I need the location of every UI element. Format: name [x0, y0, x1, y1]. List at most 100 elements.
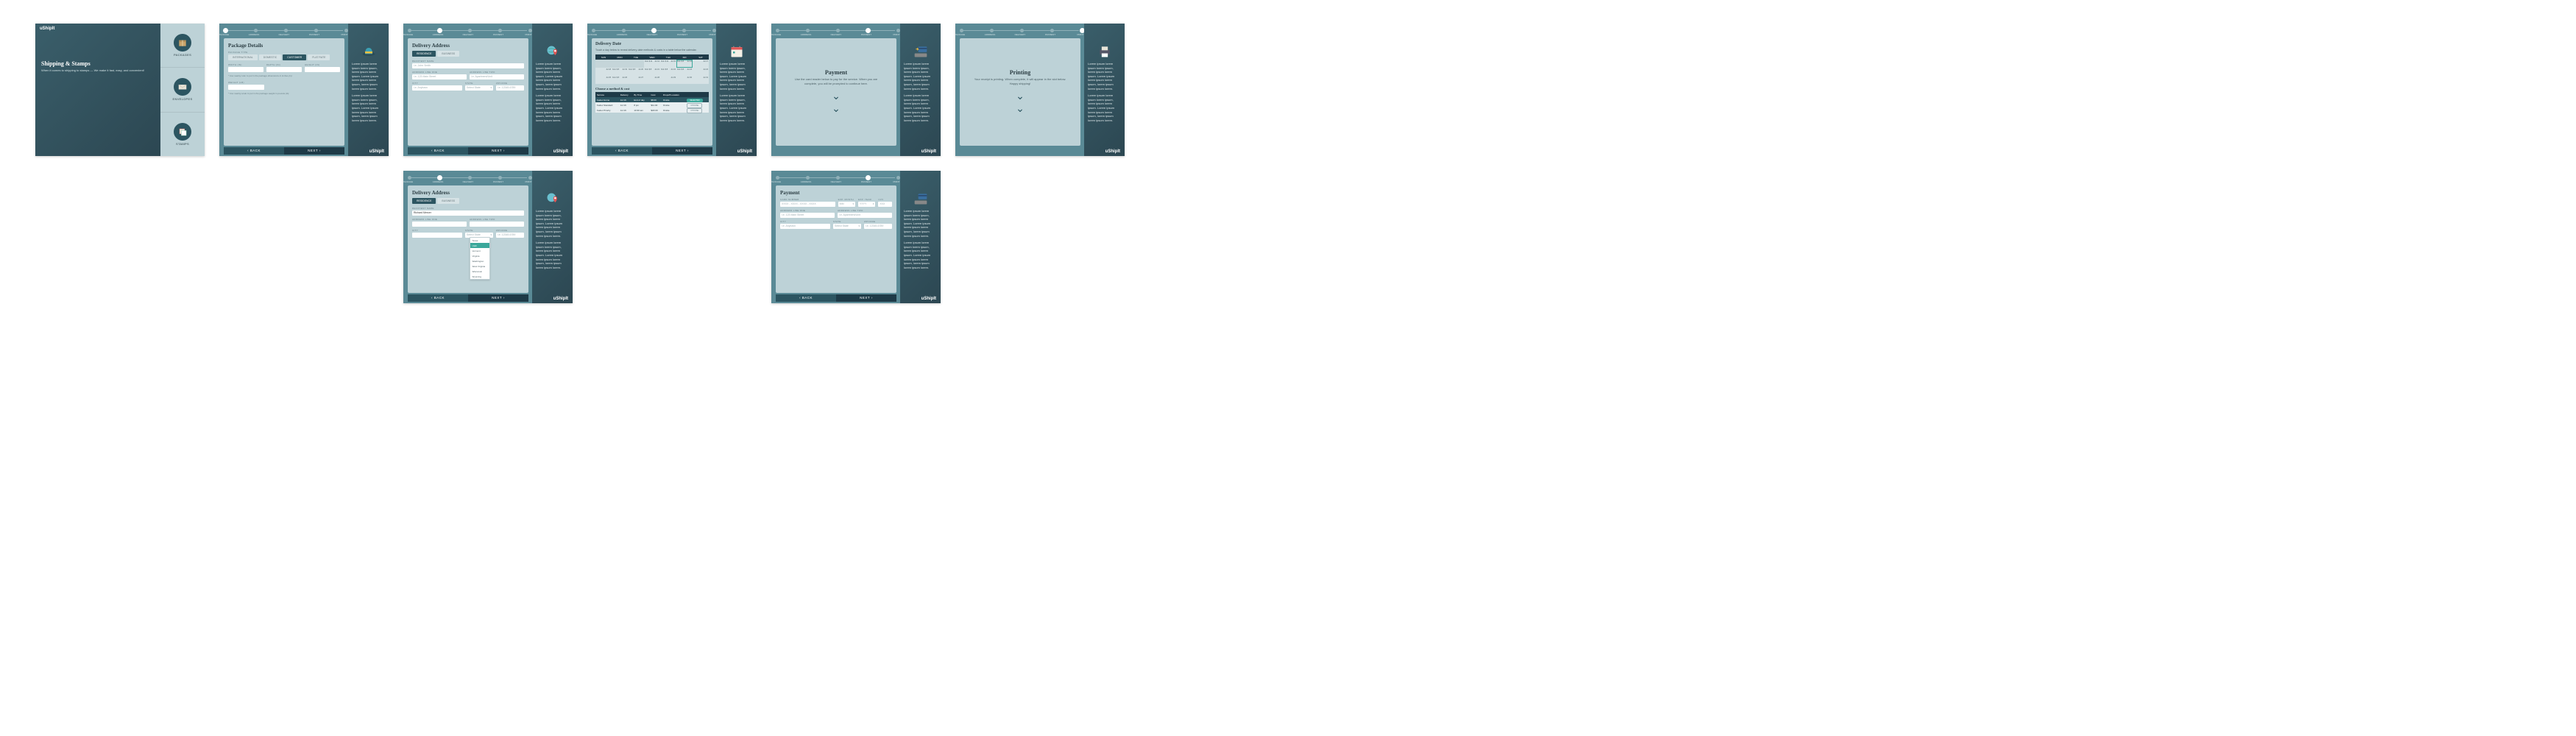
state-option[interactable]: West Virginia [470, 263, 489, 269]
next-button[interactable]: NEXT › [836, 294, 896, 302]
tab-flatrate[interactable]: FLAT RATE [308, 54, 330, 60]
screen-landing: uShipIt Shipping & Stamps When it comes … [35, 24, 205, 156]
state-option[interactable]: Washington [470, 258, 489, 263]
calendar-day [628, 60, 644, 68]
chevron-down-icon: ⌄⌄ [832, 90, 841, 115]
calendar-day[interactable]: Jul 24 [693, 68, 709, 76]
height-input[interactable] [305, 67, 340, 72]
select-method-button[interactable]: SELECTED [687, 99, 702, 102]
screen-printing: PACKAGE ADDRESS DELIVERY PAYMENT PRINT P… [955, 24, 1125, 156]
state-option[interactable]: Texas [470, 238, 489, 243]
hero-tagline: When it comes to shipping to stamps — We… [41, 68, 155, 72]
state-select[interactable]: Select State [465, 85, 493, 91]
billing-zip-input[interactable]: i.e. 12345-6789 [864, 224, 892, 229]
calendar-day[interactable]: Jul 14from $ 11 [644, 60, 660, 68]
menu-label: ENVELOPES [173, 97, 193, 101]
tab-business[interactable]: BUSINESS [437, 198, 459, 204]
tab-residence[interactable]: RESIDENCE [412, 198, 436, 204]
state-dropdown[interactable]: Texas Utah Vermont Virginia Washington W… [470, 237, 490, 280]
back-button[interactable]: ‹ BACK [592, 147, 652, 155]
select-method-button[interactable]: CHOOSE [687, 108, 702, 113]
calendar-day[interactable]: Jul 25 [595, 76, 612, 84]
next-button[interactable]: NEXT › [468, 294, 528, 302]
state-option[interactable]: Vermont [470, 248, 489, 253]
address2-input[interactable] [470, 222, 524, 227]
exp-year-select[interactable]: YYYY [858, 202, 875, 207]
calendar-day[interactable]: Jul 23from $ 8 [676, 68, 693, 76]
address1-input[interactable]: i.e. 123 Main Street [412, 74, 467, 79]
city-input[interactable] [412, 233, 462, 238]
next-button[interactable]: NEXT › [284, 147, 344, 155]
width-input[interactable] [228, 67, 263, 72]
hero-title: Shipping & Stamps [41, 60, 155, 67]
next-button[interactable]: NEXT › [652, 147, 712, 155]
calendar-day[interactable]: Jul 31 [693, 76, 709, 84]
select-method-button[interactable]: CHOOSE [687, 103, 702, 108]
calendar-day[interactable]: Jul 26from $ 8 [612, 76, 628, 84]
back-button[interactable]: ‹ BACK [224, 147, 284, 155]
tab-domestic[interactable]: DOMESTIC [259, 54, 281, 60]
screen-address: PACKAGE ADDRESS DELIVERY PAYMENT PRINT D… [403, 24, 573, 156]
brand-footer: uShipIt [369, 149, 384, 154]
address1-input[interactable] [412, 222, 467, 227]
tab-international[interactable]: INTERNATIONAL [228, 54, 258, 60]
printing-blurb: Your receipt is printing. When complete,… [973, 77, 1067, 85]
calendar-day[interactable]: Jul 28 [644, 76, 660, 84]
billing-city-input[interactable]: i.e. Anytown [780, 224, 830, 229]
exp-month-select[interactable]: MM [838, 202, 855, 207]
state-option[interactable]: Utah [470, 243, 489, 248]
calendar-day[interactable]: Jul 30 [676, 76, 693, 84]
calendar-day[interactable]: Jul 17 [693, 60, 709, 68]
state-option[interactable]: Wyoming [470, 274, 489, 279]
city-input[interactable]: i.e. Anytown [412, 85, 462, 91]
page-title: Package Details [228, 43, 340, 49]
card-swipe-icon [913, 191, 928, 206]
depth-input[interactable] [266, 67, 302, 72]
method-row[interactable]: Fedex PriorityJul 1610:30 am$18.00Onsite… [595, 107, 709, 113]
billing-address1-input[interactable]: i.e. 123 Main Street [780, 213, 835, 218]
hero-panel: uShipIt Shipping & Stamps When it comes … [35, 24, 160, 156]
section-label: PACKAGE TYPE [228, 51, 340, 54]
calendar-day[interactable]: Jul 27 [628, 76, 644, 84]
dims-note: * Use nearby ruler to put in the package… [228, 74, 340, 77]
calendar-icon [729, 44, 744, 59]
tab-customer[interactable]: CUSTOMER [283, 54, 306, 60]
billing-address2-input[interactable]: i.e. Apartment/Unit [838, 213, 892, 218]
chevron-down-icon: ⌄⌄ [1016, 90, 1025, 115]
state-option[interactable]: Virginia [470, 253, 489, 258]
package-type-tabs: INTERNATIONAL DOMESTIC CUSTOMER FLAT RAT… [228, 54, 340, 60]
address2-input[interactable]: i.e. Apartment/Unit [470, 74, 524, 79]
name-input[interactable]: i.e. John Smith [412, 63, 524, 68]
name-input[interactable]: Richard Mercer [412, 210, 524, 216]
zip-input[interactable]: i.e. 12345-6789 [496, 233, 524, 238]
menu-item-envelopes[interactable]: ENVELOPES [160, 67, 205, 111]
menu-item-stamps[interactable]: STAMPS [160, 112, 205, 156]
zip-input[interactable]: i.e. 12345-6789 [496, 85, 524, 91]
cvv-input[interactable]: XXX [878, 202, 892, 207]
weight-input[interactable] [228, 85, 264, 90]
calendar-day[interactable]: Jul 22from $ 8 [660, 68, 676, 76]
screen-payment-prompt: PACKAGE ADDRESS DELIVERY PAYMENT PRINT P… [771, 24, 941, 156]
menu-item-packages[interactable]: PACKAGES [160, 24, 205, 67]
tab-business[interactable]: BUSINESS [437, 51, 459, 57]
calendar-day[interactable]: Jul 20from $ 8 [628, 68, 644, 76]
card-input[interactable]: XXXX - XXXX - XXXX - XXXX [780, 202, 835, 207]
next-button[interactable]: NEXT › [468, 147, 528, 155]
calendar-day[interactable]: Jul 21from $ 8 [644, 68, 660, 76]
state-option[interactable]: Wisconsin [470, 269, 489, 274]
tab-residence[interactable]: RESIDENCE [412, 51, 436, 57]
calendar-day[interactable]: Jul 18 [595, 68, 612, 76]
method-row[interactable]: Fedex HomeJul 16End of day$8.00OnsiteSEL… [595, 97, 709, 102]
help-sidebar: Lorem ipsum lorem ipsum lorem ipsum, lor… [532, 24, 573, 156]
menu-label: STAMPS [176, 142, 189, 146]
calendar-day[interactable]: Jul 29 [660, 76, 676, 84]
back-button[interactable]: ‹ BACK [408, 147, 468, 155]
billing-state-select[interactable]: Select State [833, 224, 861, 229]
back-button[interactable]: ‹ BACK [776, 294, 836, 302]
envelope-icon [174, 78, 191, 96]
calendar-day[interactable]: Jul 16from $ 8 [676, 60, 693, 68]
method-row[interactable]: Fedex StandardJul 168 pm$11.00OnsiteCHOO… [595, 102, 709, 107]
calendar-day[interactable]: Jul 15from $ 11 [660, 60, 676, 68]
calendar-day[interactable]: Jul 19from $ 8 [612, 68, 628, 76]
back-button[interactable]: ‹ BACK [408, 294, 468, 302]
